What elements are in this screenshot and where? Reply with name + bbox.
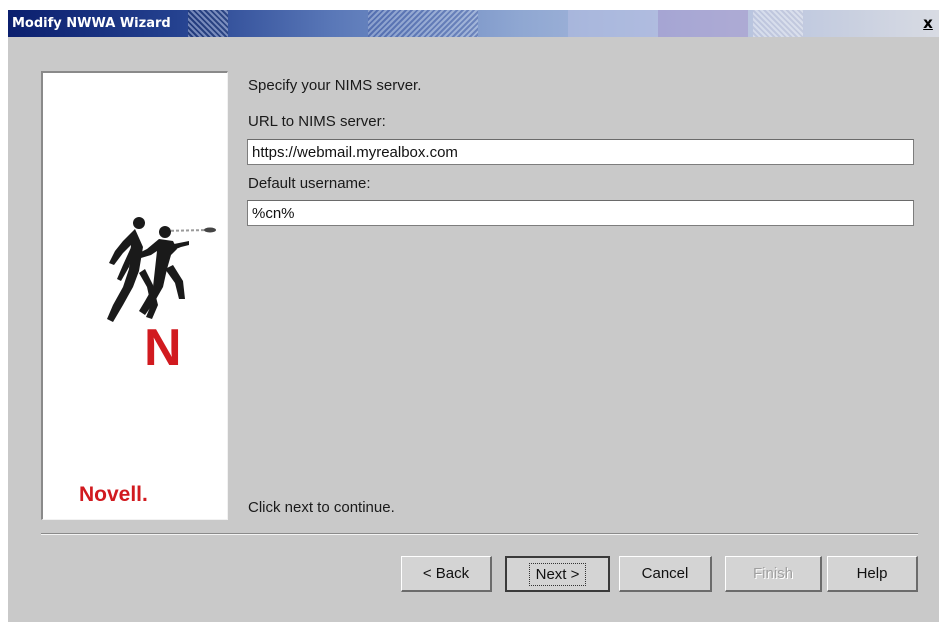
username-input[interactable] (247, 200, 914, 226)
divider (41, 533, 918, 535)
titlebar-pattern (568, 10, 658, 37)
back-button[interactable]: < Back (401, 556, 492, 592)
wizard-side-panel: N Novell. (41, 71, 228, 520)
close-icon: x (923, 14, 933, 32)
next-button[interactable]: Next > (505, 556, 610, 592)
finish-button-label: Finish (752, 565, 793, 582)
url-label: URL to NIMS server: (248, 113, 386, 130)
novell-logo: Novell. (79, 483, 148, 506)
continue-hint: Click next to continue. (248, 499, 395, 516)
titlebar-pattern (753, 10, 803, 37)
wizard-window: Modify NWWA Wizard x N Novell. Specify y… (8, 10, 939, 622)
title-bar[interactable]: Modify NWWA Wizard x (8, 10, 939, 37)
window-title: Modify NWWA Wizard (12, 16, 171, 31)
finish-button: Finish (725, 556, 822, 592)
next-button-label: Next > (528, 562, 587, 586)
titlebar-pattern (658, 10, 748, 37)
close-button[interactable]: x (919, 14, 937, 32)
titlebar-pattern (188, 10, 228, 37)
help-button-label: Help (856, 565, 888, 582)
novell-illustration: N (107, 217, 216, 377)
novell-n-letter: N (144, 319, 182, 377)
cancel-button[interactable]: Cancel (619, 556, 712, 592)
page-prompt: Specify your NIMS server. (248, 77, 422, 94)
username-label: Default username: (248, 175, 371, 192)
help-button[interactable]: Help (827, 556, 918, 592)
figure-right (139, 226, 189, 315)
titlebar-pattern (368, 10, 478, 37)
cancel-button-label: Cancel (641, 565, 689, 582)
url-input[interactable] (247, 139, 914, 165)
back-button-label: < Back (422, 565, 470, 582)
